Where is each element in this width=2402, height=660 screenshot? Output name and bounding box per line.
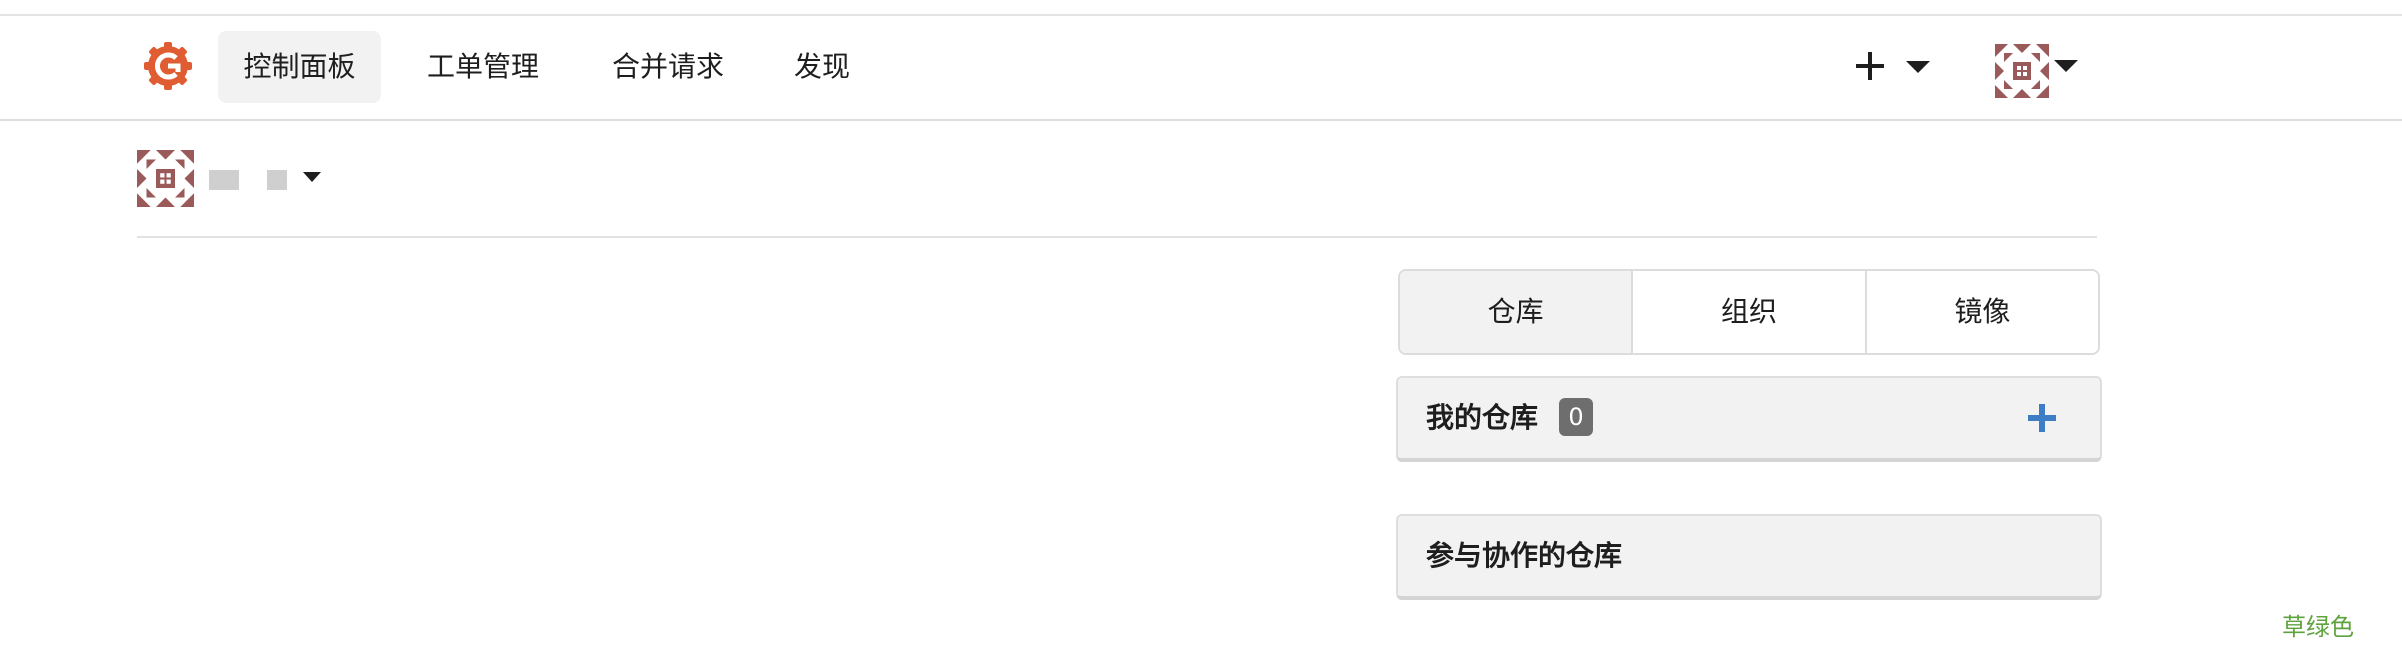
context-switcher-bar	[137, 150, 2097, 238]
collab-repos-title: 参与协作的仓库	[1426, 539, 1623, 572]
tab-repositories[interactable]: 仓库	[1400, 271, 1634, 353]
nav-dashboard[interactable]: 控制面板	[218, 31, 381, 103]
gitea-logo-icon[interactable]	[140, 38, 196, 94]
user-name-redacted-2	[267, 170, 287, 190]
context-user-name[interactable]	[210, 168, 218, 198]
my-repos-title: 我的仓库	[1426, 401, 1539, 434]
context-switcher-caret-icon[interactable]	[303, 172, 321, 182]
user-avatar[interactable]	[1995, 44, 2049, 98]
theme-name-label: 草绿色	[2282, 613, 2354, 641]
repo-tabs: 仓库 组织 镜像	[1398, 269, 2100, 355]
repo-count-badge: 0	[1559, 398, 1593, 436]
nav-issues[interactable]: 工单管理	[403, 31, 563, 103]
top-navbar: 控制面板 工单管理 合并请求 发现	[0, 16, 2402, 121]
create-plus-icon[interactable]	[1852, 48, 1888, 84]
context-user-avatar[interactable]	[137, 150, 194, 207]
collab-repos-panel: 参与协作的仓库	[1396, 514, 2102, 600]
tab-mirrors[interactable]: 镜像	[1866, 271, 2098, 353]
create-menu-caret-icon[interactable]	[1906, 61, 1930, 73]
tab-organizations[interactable]: 组织	[1633, 271, 1867, 353]
my-repos-panel: 我的仓库 0	[1396, 376, 2102, 462]
add-repo-plus-icon[interactable]	[2028, 404, 2056, 432]
nav-pull-requests[interactable]: 合并请求	[588, 31, 748, 103]
nav-explore[interactable]: 发现	[772, 31, 872, 103]
user-menu-caret-icon[interactable]	[2054, 60, 2078, 72]
